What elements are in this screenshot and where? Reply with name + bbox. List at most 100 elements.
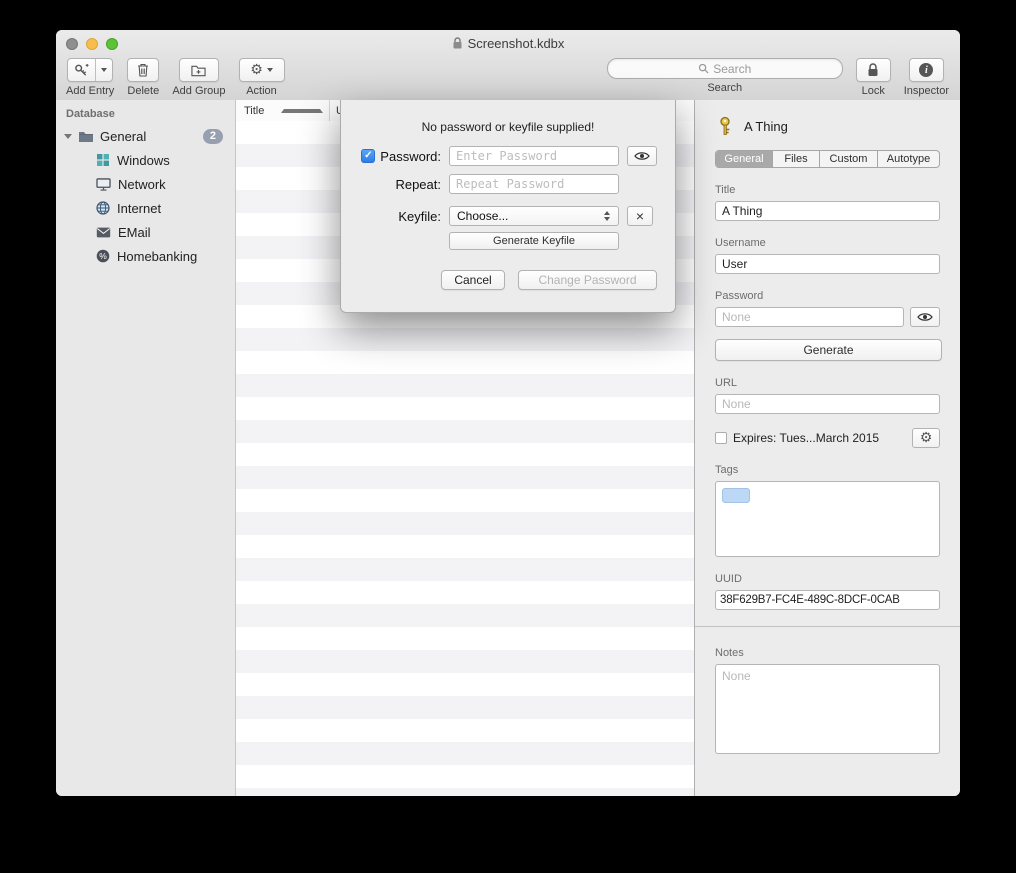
generate-password-button[interactable]: Generate bbox=[715, 339, 942, 361]
gear-icon: ⚙ bbox=[920, 431, 933, 445]
password-checkbox[interactable]: ✓ bbox=[361, 149, 375, 163]
sidebar-item-homebanking[interactable]: % Homebanking bbox=[56, 244, 235, 268]
notes-textarea[interactable] bbox=[715, 664, 940, 754]
change-password-button: Change Password bbox=[518, 270, 657, 290]
document-proxy-lock-icon bbox=[452, 37, 463, 50]
inspector-tabs: General Files Custom Autotype bbox=[715, 150, 940, 168]
sidebar-item-network[interactable]: Network bbox=[56, 172, 235, 196]
search-input[interactable]: Search bbox=[607, 58, 843, 79]
tab-autotype[interactable]: Autotype bbox=[877, 151, 939, 167]
lock-icon bbox=[867, 63, 879, 77]
lock-label: Lock bbox=[862, 85, 885, 97]
tab-general[interactable]: General bbox=[716, 151, 772, 167]
close-button[interactable] bbox=[66, 38, 78, 50]
sidebar-item-label: EMail bbox=[118, 225, 151, 240]
close-x-icon: × bbox=[636, 208, 644, 224]
sidebar-item-general[interactable]: General 2 bbox=[56, 124, 235, 148]
repeat-field-label: Repeat: bbox=[395, 177, 441, 192]
url-label: URL bbox=[715, 377, 940, 389]
delete-item: Delete bbox=[127, 58, 159, 97]
windows-icon bbox=[96, 153, 110, 167]
inspector-button[interactable]: i bbox=[909, 58, 944, 82]
tags-label: Tags bbox=[715, 464, 940, 476]
tab-custom[interactable]: Custom bbox=[819, 151, 877, 167]
url-input[interactable] bbox=[715, 394, 940, 414]
notes-label: Notes bbox=[715, 647, 940, 659]
clear-keyfile-button[interactable]: × bbox=[627, 206, 653, 226]
minimize-button[interactable] bbox=[86, 38, 98, 50]
traffic-lights bbox=[66, 38, 118, 50]
folder-icon bbox=[78, 130, 94, 143]
sidebar-item-label: Network bbox=[118, 177, 166, 192]
sidebar-item-email[interactable]: EMail bbox=[56, 220, 235, 244]
column-header-title[interactable]: Title bbox=[236, 100, 329, 121]
inspector-item: i Inspector bbox=[904, 58, 949, 97]
username-label: Username bbox=[715, 237, 940, 249]
lock-button[interactable] bbox=[856, 58, 891, 82]
search-icon bbox=[698, 63, 709, 74]
uuid-input[interactable] bbox=[715, 590, 940, 610]
uuid-label: UUID bbox=[715, 573, 940, 585]
window-chrome: Screenshot.kdbx Add Entry bbox=[56, 30, 960, 101]
enter-password-input[interactable] bbox=[449, 146, 619, 166]
info-icon: i bbox=[919, 63, 933, 77]
action-item: ⚙ Action bbox=[239, 58, 285, 97]
titlebar[interactable]: Screenshot.kdbx bbox=[56, 30, 960, 57]
window-title: Screenshot.kdbx bbox=[468, 36, 565, 51]
gear-icon: ⚙ bbox=[250, 63, 263, 77]
inspector-panel: A Thing General Files Custom Autotype Ti… bbox=[694, 100, 960, 796]
eye-icon bbox=[917, 312, 933, 322]
sidebar-item-label: General bbox=[100, 129, 146, 144]
tags-box[interactable] bbox=[715, 481, 940, 557]
expires-options-button[interactable]: ⚙ bbox=[912, 428, 940, 448]
sidebar-item-label: Internet bbox=[117, 201, 161, 216]
add-entry-dropdown[interactable] bbox=[95, 59, 112, 81]
tag-chip[interactable] bbox=[722, 488, 750, 503]
username-input[interactable] bbox=[715, 254, 940, 274]
add-entry-label: Add Entry bbox=[66, 85, 114, 97]
generate-keyfile-button[interactable]: Generate Keyfile bbox=[449, 232, 619, 250]
expires-checkbox[interactable] bbox=[715, 432, 727, 444]
search-label: Search bbox=[707, 82, 742, 94]
action-label: Action bbox=[246, 85, 277, 97]
delete-button[interactable] bbox=[127, 58, 159, 82]
password-label: Password bbox=[715, 290, 940, 302]
repeat-password-input[interactable] bbox=[449, 174, 619, 194]
keyfile-popup-value: Choose... bbox=[450, 209, 599, 223]
sidebar-item-internet[interactable]: Internet bbox=[56, 196, 235, 220]
tab-files[interactable]: Files bbox=[772, 151, 819, 167]
zoom-button[interactable] bbox=[106, 38, 118, 50]
add-group-item: Add Group bbox=[172, 58, 225, 97]
expires-label: Expires: Tues...March 2015 bbox=[733, 431, 906, 445]
add-entry-button[interactable] bbox=[67, 58, 113, 82]
add-entry-item: Add Entry bbox=[66, 58, 114, 97]
internet-globe-icon bbox=[96, 201, 110, 215]
dialog-message: No password or keyfile supplied! bbox=[341, 120, 675, 134]
password-field-label: Password: bbox=[380, 149, 441, 164]
password-dialog: No password or keyfile supplied! ✓ Passw… bbox=[340, 100, 676, 313]
cancel-button[interactable]: Cancel bbox=[441, 270, 505, 290]
title-input[interactable] bbox=[715, 201, 940, 221]
network-icon bbox=[96, 178, 111, 191]
sidebar-item-windows[interactable]: Windows bbox=[56, 148, 235, 172]
homebanking-percent-icon: % bbox=[96, 249, 110, 263]
title-label: Title bbox=[715, 184, 940, 196]
app-window: Screenshot.kdbx Add Entry bbox=[56, 30, 960, 796]
count-badge: 2 bbox=[203, 129, 223, 144]
keyfile-popup[interactable]: Choose... bbox=[449, 206, 619, 226]
keyfile-field-label: Keyfile: bbox=[398, 209, 441, 224]
svg-text:%: % bbox=[99, 251, 107, 261]
action-button[interactable]: ⚙ bbox=[239, 58, 285, 82]
sort-ascending-icon bbox=[281, 109, 324, 113]
divider bbox=[695, 626, 960, 627]
search-item: Search Search bbox=[607, 58, 843, 94]
chevron-down-icon bbox=[267, 68, 273, 72]
reveal-password-button[interactable] bbox=[627, 146, 657, 166]
chevron-down-icon bbox=[101, 68, 107, 72]
search-placeholder: Search bbox=[713, 62, 751, 76]
reveal-password-button[interactable] bbox=[910, 307, 940, 327]
key-icon bbox=[715, 116, 735, 136]
disclosure-triangle-icon[interactable] bbox=[64, 134, 72, 139]
password-input[interactable] bbox=[715, 307, 904, 327]
add-group-button[interactable] bbox=[179, 58, 219, 82]
